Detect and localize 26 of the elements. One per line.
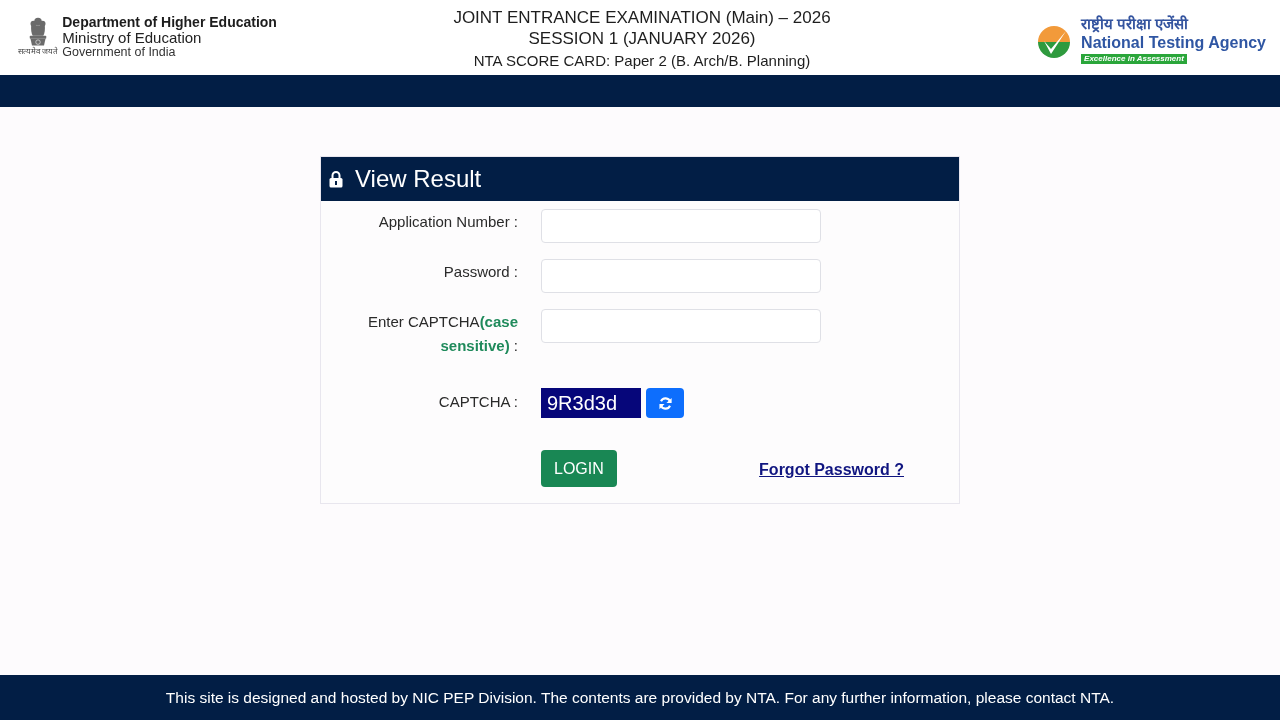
exam-title-line: NTA SCORE CARD: Paper 2 (B. Arch/B. Planning) <box>473 50 811 71</box>
agency-name: National Testing Agency <box>1081 33 1266 52</box>
field-label: Application Number : <box>377 212 518 232</box>
department-name: Department of Higher Education <box>62 15 277 31</box>
login-button[interactable]: LOGIN <box>541 450 617 487</box>
refresh-icon <box>657 395 673 411</box>
footer-text: This site is designed and hosted by NIC PEP Division. The contents are provided by NTA. For any further information, please contact NTA. <box>165 688 1115 707</box>
field-label: Enter CAPTCHA(case sensitive) : <box>366 312 518 356</box>
input-field[interactable] <box>541 259 821 293</box>
field-label: CAPTCHA : <box>437 392 518 412</box>
forgot-password-link[interactable]: Forgot Password ? <box>759 460 904 479</box>
ministry-name: Ministry of Education <box>62 30 202 47</box>
refresh-captcha-button[interactable] <box>646 388 684 418</box>
exam-title-line: JOINT ENTRANCE EXAMINATION (Main) – 2026 <box>453 6 831 28</box>
emblem-motto: सत्यमेव जयते <box>18 47 59 58</box>
input-field[interactable] <box>541 309 821 343</box>
check-circle-logo-icon <box>1036 23 1073 60</box>
lock-icon <box>329 170 343 188</box>
agency-tagline: Excellence in Assessment <box>1081 53 1187 64</box>
agency-hindi-name: राष्ट्रीय परीक्षा एजेंसी <box>1081 13 1189 34</box>
government-name: Government of India <box>62 46 177 60</box>
exam-title-line: SESSION 1 (JANUARY 2026) <box>528 27 756 49</box>
input-field[interactable] <box>541 209 821 243</box>
captcha-image: 9R3d3d <box>541 388 641 418</box>
card-title: View Result <box>355 165 482 193</box>
field-label: Password : <box>442 262 518 282</box>
